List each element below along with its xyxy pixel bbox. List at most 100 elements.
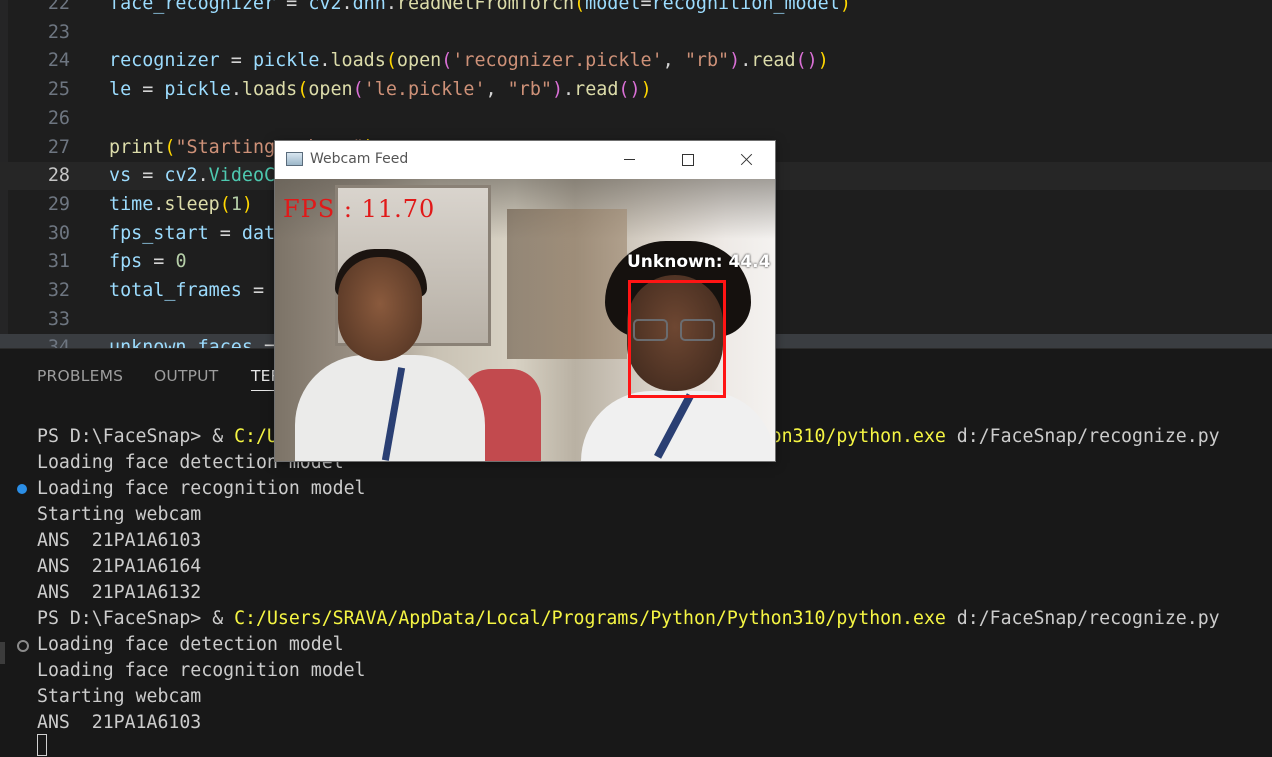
code-token: read <box>574 79 619 101</box>
terminal-line: PS D:\FaceSnap> & C:/Users/SRAVA/AppData… <box>37 606 1220 632</box>
terminal-text: PS D:\FaceSnap> & <box>37 426 235 447</box>
face-label-text: Unknown: 44.4 <box>627 252 771 272</box>
code-token: = <box>640 0 652 14</box>
code-line[interactable]: 26 <box>0 105 1272 133</box>
terminal-line: ANS 21PA1A6103 <box>37 710 201 736</box>
line-number: 27 <box>47 136 70 158</box>
terminal-line: Starting webcam <box>37 502 201 528</box>
code-token: ) <box>839 0 851 14</box>
code-token: . <box>197 165 209 187</box>
code-token: pickle <box>164 79 231 101</box>
code-token: read <box>751 50 796 72</box>
code-text: face_recognizer = cv2.dnn.readNetFromTor… <box>109 0 851 18</box>
code-token: recognition_model <box>651 0 840 14</box>
code-token: loads <box>241 79 298 101</box>
code-text: time.sleep(1) <box>109 191 253 219</box>
code-token: ) <box>241 193 253 215</box>
fps-overlay-text: FPS : 11.70 <box>283 195 436 223</box>
code-token: unknown_faces <box>109 337 253 348</box>
code-token: fps <box>109 251 143 273</box>
code-token: . <box>341 0 353 14</box>
terminal-text: Starting webcam <box>37 504 202 525</box>
code-text: recognizer = pickle.loads(open('recogniz… <box>109 47 829 75</box>
command-success-dot-icon[interactable] <box>17 484 27 494</box>
maximize-icon <box>682 154 694 166</box>
code-token: 0 <box>175 251 187 273</box>
code-line[interactable]: 25 le = pickle.loads(open('le.pickle', "r… <box>0 76 1272 104</box>
window-app-icon <box>286 152 303 166</box>
terminal-text: ANS 21PA1A6103 <box>37 712 202 733</box>
code-text: total_frames = 0 <box>109 277 286 305</box>
terminal-text: PS D:\FaceSnap> & <box>37 608 235 629</box>
line-number: 34 <box>47 337 70 348</box>
line-number: 23 <box>47 21 70 43</box>
code-text: unknown_faces = 0 <box>109 334 297 348</box>
code-token: . <box>740 50 752 72</box>
code-token: 'recognizer.pickle' <box>452 50 663 72</box>
code-token: sleep <box>164 193 220 215</box>
code-token: ( <box>164 136 176 158</box>
code-text: fps = 0 <box>109 248 187 276</box>
code-token: 'le.pickle' <box>363 79 486 101</box>
terminal-text: Starting webcam <box>37 686 202 707</box>
tab-output[interactable]: OUTPUT <box>154 367 218 385</box>
code-token: 1 <box>230 193 242 215</box>
code-line[interactable]: 22 face_recognizer = cv2.dnn.readNetFromT… <box>0 0 1272 18</box>
maximize-button[interactable] <box>659 141 717 179</box>
minimize-button[interactable] <box>601 141 659 179</box>
terminal-text: Loading face recognition model <box>37 660 366 681</box>
line-number: 24 <box>47 50 70 72</box>
code-token: ( <box>219 193 231 215</box>
code-token: open <box>396 50 442 72</box>
face-bounding-box <box>628 280 726 398</box>
code-token: ( <box>385 50 397 72</box>
minimize-icon <box>624 159 635 160</box>
code-token: , <box>485 79 508 101</box>
terminal-line: ANS 21PA1A6103 <box>37 528 201 554</box>
command-running-circle-icon[interactable] <box>17 640 29 652</box>
code-line[interactable]: 24 recognizer = pickle.loads(open('recogn… <box>0 47 1272 75</box>
code-token: () <box>795 50 818 72</box>
code-token: print <box>109 136 165 158</box>
code-line[interactable]: 23 <box>0 19 1272 47</box>
frame-person-left-head <box>338 257 422 361</box>
code-token: model <box>585 0 641 14</box>
line-number: 31 <box>47 251 70 273</box>
code-token: fps_start <box>109 222 209 244</box>
close-button[interactable] <box>717 141 775 179</box>
code-token: time <box>109 193 154 215</box>
line-number: 32 <box>47 280 70 301</box>
webcam-window[interactable]: Webcam Feed FPS : 11.70 Unknown: 44.4 <box>275 141 775 461</box>
line-number: 28 <box>47 165 70 187</box>
terminal-cursor <box>37 734 47 756</box>
line-number: 25 <box>47 79 70 101</box>
terminal-line: Loading face recognition model <box>37 658 366 684</box>
terminal-text: d:/FaceSnap/recognize.py <box>945 608 1220 629</box>
code-token: . <box>230 79 242 101</box>
tab-problems[interactable]: PROBLEMS <box>37 367 123 385</box>
code-token: readNetFromTorch <box>396 0 575 14</box>
code-token: cv2 <box>164 165 198 187</box>
code-token: = <box>208 222 242 244</box>
code-token: recognizer <box>109 50 220 72</box>
code-token: . <box>385 0 397 14</box>
code-token: face_recognizer <box>109 0 276 14</box>
terminal-line: Loading face detection model <box>37 632 344 658</box>
code-token: = <box>142 251 176 273</box>
terminal-text: d:/FaceSnap/recognize.py <box>945 426 1220 447</box>
code-token: "rb" <box>507 79 552 101</box>
line-number: 22 <box>47 0 70 14</box>
code-token: loads <box>330 50 386 72</box>
line-number: 26 <box>47 107 70 129</box>
code-token: = <box>241 280 276 301</box>
webcam-titlebar[interactable]: Webcam Feed <box>275 141 775 179</box>
line-number: 33 <box>47 308 70 330</box>
code-token: total_frames <box>109 280 242 301</box>
code-token: ) <box>640 79 652 101</box>
code-token: "rb" <box>684 50 730 72</box>
terminal-text: Loading face recognition model <box>37 478 366 499</box>
code-token: = <box>219 50 253 72</box>
code-token: = <box>131 79 165 101</box>
terminal-line: Starting webcam <box>37 684 201 710</box>
code-token: ( <box>574 0 586 14</box>
